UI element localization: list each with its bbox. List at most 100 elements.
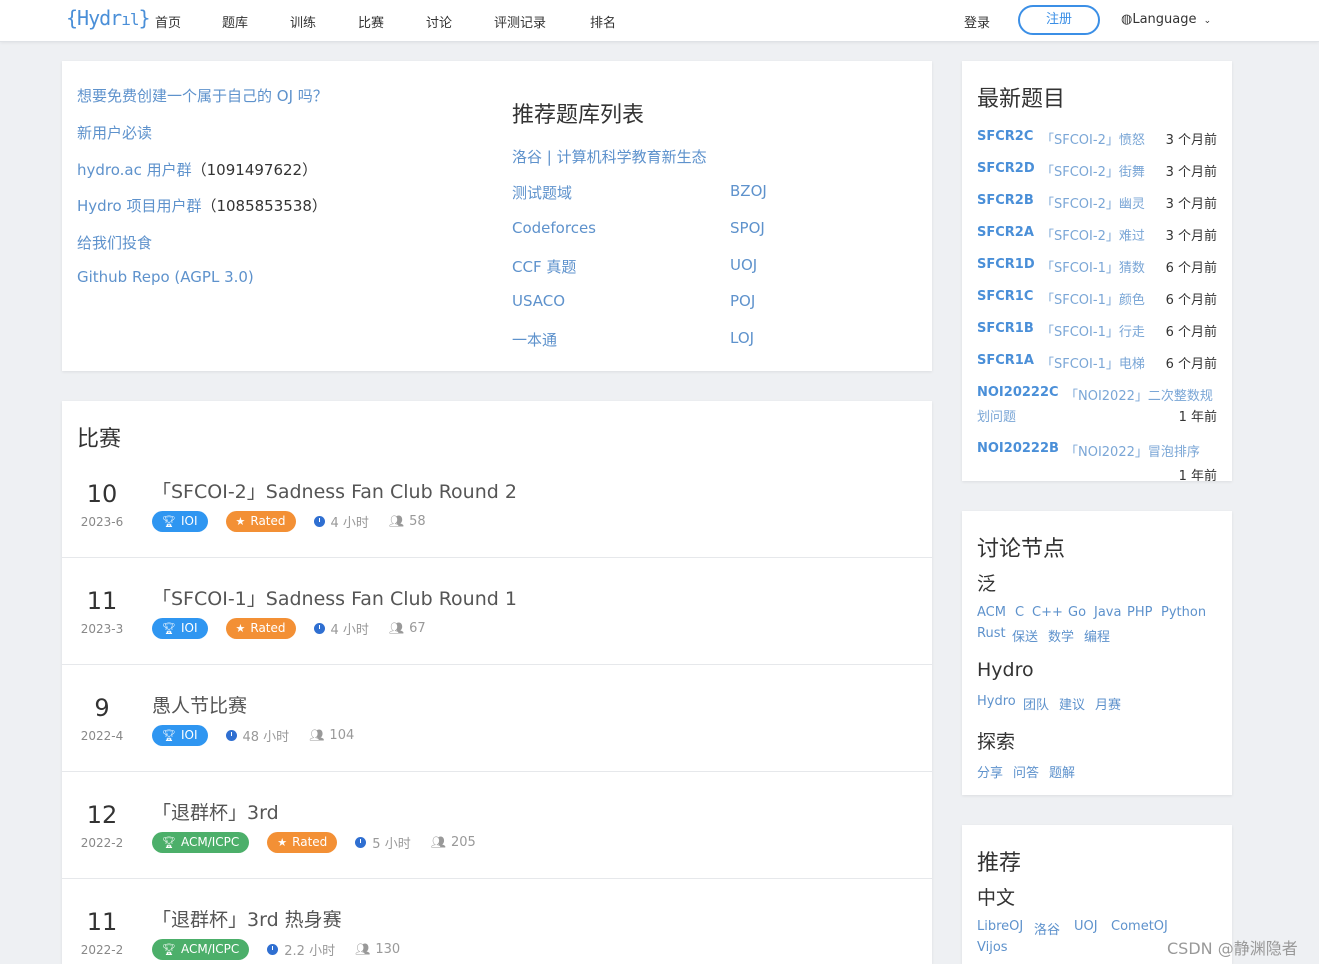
- problem-id[interactable]: SFCR1C: [977, 289, 1033, 304]
- recommend-link[interactable]: 洛谷: [1034, 919, 1060, 938]
- contest-title[interactable]: 「SFCOI-1」Sadness Fan Club Round 1: [152, 584, 517, 611]
- luogu-banner-link[interactable]: 洛谷 | 计算机科学教育新生态: [512, 146, 707, 167]
- group-number: （1091497622）: [191, 161, 318, 179]
- node-tag[interactable]: Java: [1094, 605, 1121, 620]
- problem-id[interactable]: SFCR1A: [977, 353, 1034, 368]
- donate-link[interactable]: 给我们投食: [77, 232, 152, 253]
- node-tag[interactable]: Go: [1068, 605, 1086, 620]
- problem-title-cont[interactable]: 划问题: [977, 406, 1016, 425]
- recommend-link[interactable]: Vijos: [977, 940, 1008, 955]
- node-tag[interactable]: 数学: [1048, 626, 1074, 645]
- contest-row[interactable]: 11 2023-3 「SFCOI-1」Sadness Fan Club Roun…: [62, 558, 932, 665]
- rec-link-uoj[interactable]: UOJ: [730, 256, 757, 274]
- nav-item-ranking[interactable]: 排名: [590, 12, 616, 31]
- problem-row[interactable]: SFCR1C 「SFCOI-1」颜色 6 个月前: [977, 289, 1217, 309]
- hydro-logo[interactable]: {Hydrıl}: [66, 6, 151, 30]
- problem-title[interactable]: 「SFCOI-2」街舞: [1041, 161, 1145, 180]
- problem-row[interactable]: SFCR1D 「SFCOI-1」猜数 6 个月前: [977, 257, 1217, 277]
- problem-id[interactable]: NOI20222B: [977, 441, 1059, 456]
- rec-link-test[interactable]: 测试题域: [512, 182, 572, 203]
- problem-id[interactable]: SFCR2B: [977, 193, 1034, 208]
- problem-row[interactable]: NOI20222C 「NOI2022」二次整数规 划问题 1 年前: [977, 385, 1217, 427]
- register-button[interactable]: 注册: [1018, 5, 1100, 35]
- problem-id[interactable]: SFCR2A: [977, 225, 1034, 240]
- problem-id[interactable]: SFCR2C: [977, 129, 1033, 144]
- node-tag[interactable]: 团队: [1023, 694, 1049, 713]
- recommend-link[interactable]: UOJ: [1074, 919, 1098, 934]
- newbie-guide-link[interactable]: 新用户必读: [77, 122, 152, 143]
- contest-title[interactable]: 「SFCOI-2」Sadness Fan Club Round 2: [152, 477, 517, 504]
- node-tag[interactable]: ACM: [977, 605, 1006, 620]
- contest-row[interactable]: 9 2022-4 愚人节比赛 🏆︎ IOI 48 小时 👥︎ 104: [62, 665, 932, 772]
- nav-item-records[interactable]: 评测记录: [494, 12, 546, 31]
- rec-link-bzoj[interactable]: BZOJ: [730, 182, 767, 200]
- clock-icon: [225, 729, 237, 741]
- hydro-ac-group-link[interactable]: hydro.ac 用户群（1091497622）: [77, 159, 317, 180]
- node-tag[interactable]: C: [1015, 605, 1024, 620]
- nav-item-training[interactable]: 训练: [290, 12, 316, 31]
- problem-title[interactable]: 「SFCOI-1」行走: [1041, 321, 1145, 340]
- contest-title[interactable]: 愚人节比赛: [152, 691, 247, 718]
- rec-link-loj[interactable]: LOJ: [730, 329, 754, 347]
- contest-title[interactable]: 「退群杯」3rd: [152, 798, 279, 825]
- github-repo-link[interactable]: Github Repo (AGPL 3.0): [77, 268, 254, 286]
- problem-id[interactable]: SFCR1D: [977, 257, 1035, 272]
- problem-title[interactable]: 「SFCOI-1」颜色: [1041, 289, 1145, 308]
- node-tag[interactable]: 建议: [1059, 694, 1085, 713]
- clock-icon: [313, 622, 325, 634]
- problem-id[interactable]: SFCR1B: [977, 321, 1034, 336]
- contest-row[interactable]: 11 2022-2 「退群杯」3rd 热身赛 🏆︎ ACM/ICPC 2.2 小时…: [62, 879, 932, 964]
- login-link[interactable]: 登录: [964, 12, 990, 31]
- problem-id[interactable]: SFCR2D: [977, 161, 1035, 176]
- problem-title[interactable]: 「SFCOI-2」愤怒: [1041, 129, 1145, 148]
- node-tag[interactable]: 保送: [1012, 626, 1038, 645]
- node-tag[interactable]: 月赛: [1095, 694, 1121, 713]
- problem-id[interactable]: NOI20222C: [977, 385, 1059, 400]
- nav-item-discussion[interactable]: 讨论: [426, 12, 452, 31]
- node-tag[interactable]: Hydro: [977, 694, 1016, 709]
- rec-link-ybt[interactable]: 一本通: [512, 329, 557, 350]
- problem-title[interactable]: 「NOI2022」冒泡排序: [1065, 441, 1217, 460]
- problem-row[interactable]: SFCR1B 「SFCOI-1」行走 6 个月前: [977, 321, 1217, 341]
- chevron-down-icon: ⌄: [1203, 16, 1212, 26]
- rec-link-spoj[interactable]: SPOJ: [730, 219, 765, 237]
- globe-icon: ◍: [1121, 12, 1133, 27]
- rec-link-usaco[interactable]: USACO: [512, 292, 565, 310]
- node-tag[interactable]: 题解: [1049, 762, 1075, 781]
- problem-title[interactable]: 「SFCOI-1」猜数: [1041, 257, 1145, 276]
- problem-row[interactable]: NOI20222B 「NOI2022」冒泡排序 1 年前: [977, 441, 1217, 481]
- node-tag[interactable]: 分享: [977, 762, 1003, 781]
- rec-link-ccf[interactable]: CCF 真题: [512, 256, 576, 277]
- node-tag[interactable]: C++: [1032, 605, 1063, 620]
- nav-item-contests[interactable]: 比赛: [358, 12, 384, 31]
- problem-title[interactable]: 「NOI2022」二次整数规: [1065, 385, 1217, 404]
- node-tag[interactable]: Python: [1161, 605, 1206, 620]
- contest-duration: 5 小时: [355, 833, 411, 852]
- problem-row[interactable]: SFCR1A 「SFCOI-1」电梯 6 个月前: [977, 353, 1217, 373]
- create-oj-link[interactable]: 想要免费创建一个属于自己的 OJ 吗？: [77, 85, 328, 106]
- node-tag[interactable]: PHP: [1127, 605, 1152, 620]
- problem-title[interactable]: 「SFCOI-1」电梯: [1041, 353, 1145, 372]
- contest-row[interactable]: 12 2022-2 「退群杯」3rd 🏆︎ ACM/ICPC ★ Rated 5 小…: [62, 772, 932, 879]
- node-tag[interactable]: Rust: [977, 626, 1006, 641]
- recommend-link[interactable]: CometOJ: [1111, 919, 1168, 934]
- problem-row[interactable]: SFCR2C 「SFCOI-2」愤怒 3 个月前: [977, 129, 1217, 149]
- rec-link-codeforces[interactable]: Codeforces: [512, 219, 596, 237]
- problem-row[interactable]: SFCR2D 「SFCOI-2」街舞 3 个月前: [977, 161, 1217, 181]
- nav-item-problems[interactable]: 题库: [222, 12, 248, 31]
- problem-row[interactable]: SFCR2B 「SFCOI-2」幽灵 3 个月前: [977, 193, 1217, 213]
- language-dropdown[interactable]: ◍Language ⌄: [1121, 12, 1211, 27]
- node-tag[interactable]: 编程: [1084, 626, 1110, 645]
- hydro-project-group-link[interactable]: Hydro 项目用户群（1085853538）: [77, 195, 327, 216]
- nav-item-home[interactable]: 首页: [155, 12, 181, 31]
- node-tag[interactable]: 问答: [1013, 762, 1039, 781]
- problem-time: 6 个月前: [1165, 357, 1217, 372]
- problem-time: 3 个月前: [1165, 165, 1217, 180]
- problem-row[interactable]: SFCR2A 「SFCOI-2」难过 3 个月前: [977, 225, 1217, 245]
- contest-row[interactable]: 10 2023-6 「SFCOI-2」Sadness Fan Club Roun…: [62, 451, 932, 558]
- problem-title[interactable]: 「SFCOI-2」幽灵: [1041, 193, 1145, 212]
- problem-title[interactable]: 「SFCOI-2」难过: [1041, 225, 1145, 244]
- rec-link-poj[interactable]: POJ: [730, 292, 755, 310]
- contest-title[interactable]: 「退群杯」3rd 热身赛: [152, 905, 342, 932]
- recommend-link[interactable]: LibreOJ: [977, 919, 1023, 934]
